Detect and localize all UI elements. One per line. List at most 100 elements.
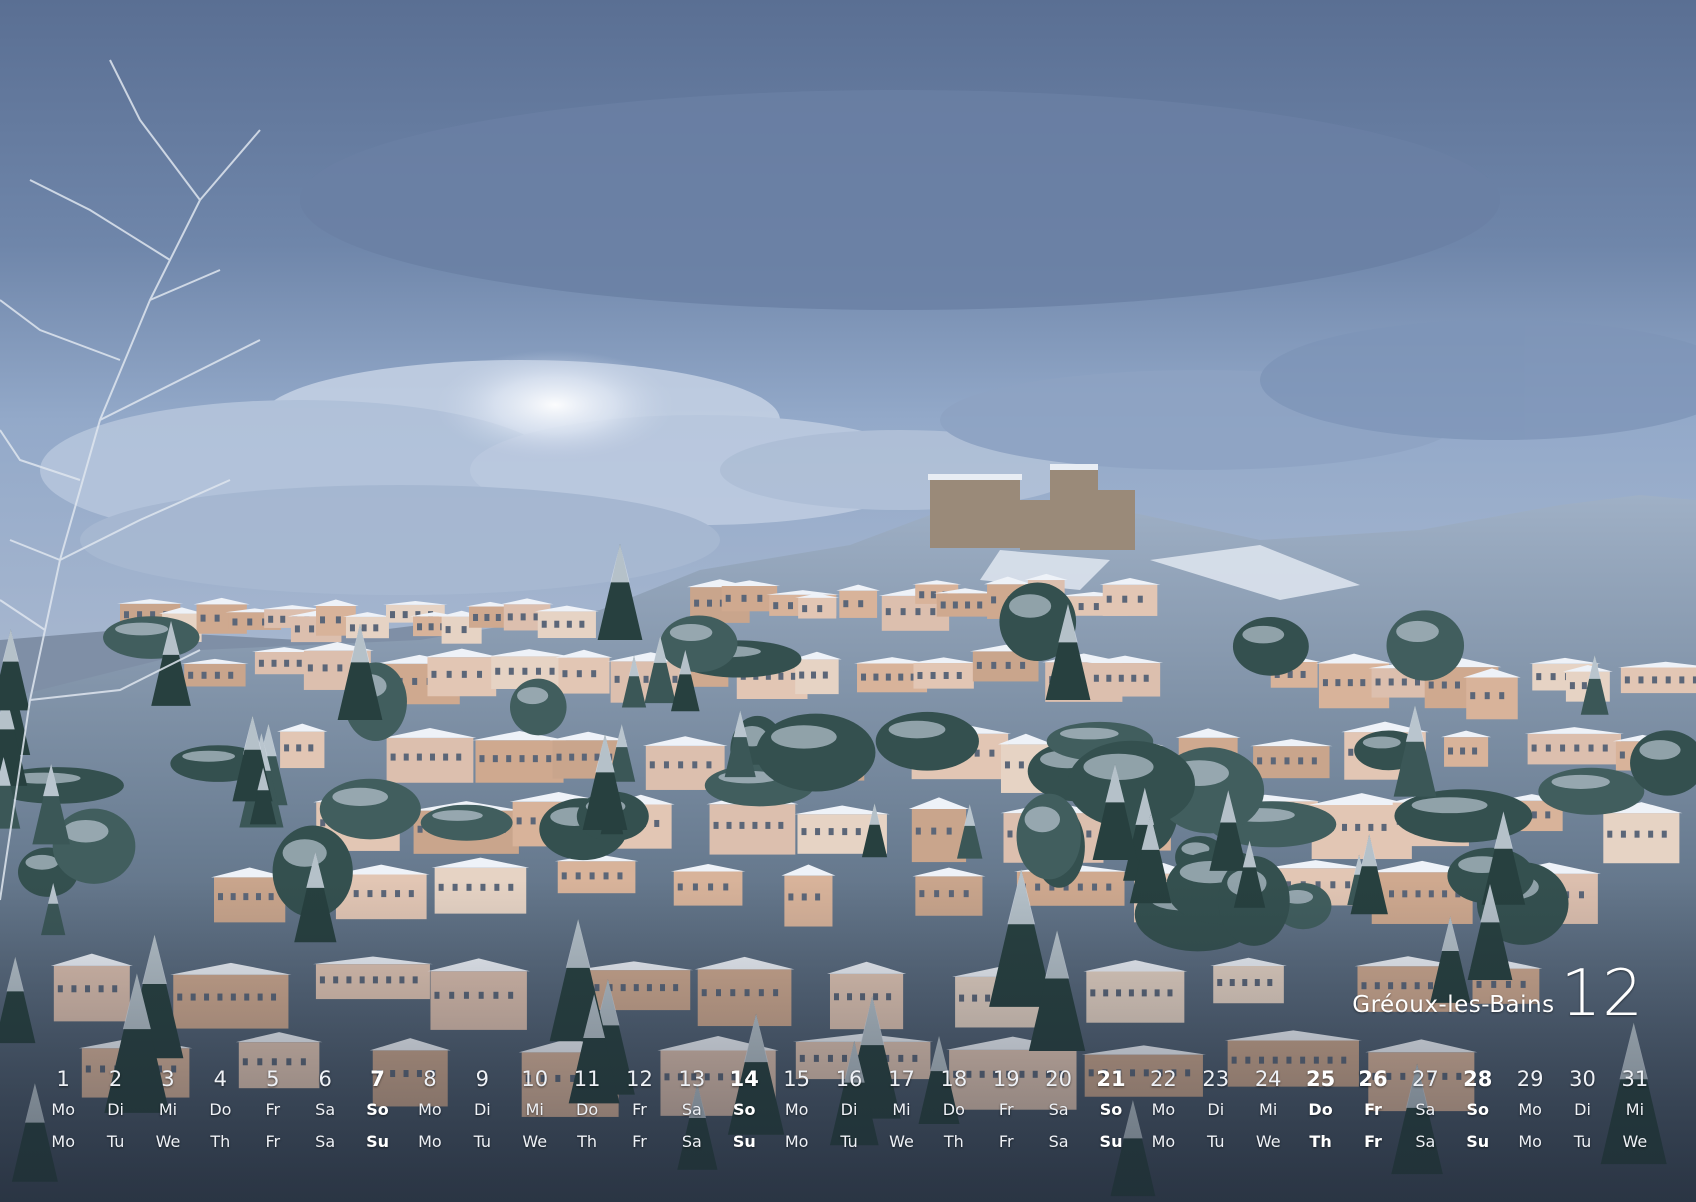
weekday-en: Fr — [265, 1132, 281, 1151]
day-number: 9 — [475, 1067, 489, 1091]
day-number: 16 — [835, 1067, 863, 1091]
weekday-de: Mo — [1518, 1100, 1542, 1119]
weekday-de: Mi — [1625, 1100, 1645, 1119]
day-number: 20 — [1045, 1067, 1072, 1091]
calendar-day: 4 Do Th — [194, 1064, 246, 1158]
day-number: 18 — [940, 1067, 968, 1091]
house — [836, 584, 881, 618]
weekday-en: Fr — [1364, 1132, 1382, 1151]
weekday-de: Di — [107, 1100, 124, 1119]
tree-cluster — [875, 711, 979, 771]
calendar-day: 1 Mo Mo — [37, 1064, 89, 1158]
day-number: 27 — [1411, 1067, 1439, 1091]
calendar-day: 26 Fr Fr — [1347, 1064, 1399, 1158]
tree-cluster — [420, 804, 513, 841]
weekday-en: Mo — [51, 1132, 75, 1151]
calendar-title: Gréoux-les-Bains 12 — [1352, 962, 1644, 1026]
weekday-en: We — [1622, 1132, 1648, 1151]
weekday-en: We — [1255, 1132, 1281, 1151]
house — [181, 658, 249, 687]
weekday-de: Do — [209, 1100, 232, 1119]
house — [1524, 727, 1624, 765]
weekday-en: Tu — [106, 1132, 125, 1151]
calendar-day: 11 Do Th — [561, 1064, 613, 1158]
weekday-en: Sa — [1048, 1132, 1069, 1151]
calendar-day: 25 Do Th — [1294, 1064, 1346, 1158]
weekday-de: So — [1099, 1100, 1123, 1119]
calendar-day: 29 Mo Mo — [1504, 1064, 1556, 1158]
calendar-day: 27 Sa Sa — [1399, 1064, 1451, 1158]
weekday-en: Sa — [681, 1132, 702, 1151]
weekday-en: Th — [943, 1132, 964, 1151]
day-number: 31 — [1621, 1067, 1649, 1091]
calendar-day: 7 So Su — [351, 1064, 403, 1158]
weekday-en: Tu — [1573, 1132, 1592, 1151]
weekday-de: Mi — [1259, 1100, 1278, 1119]
weekday-en: Su — [732, 1132, 756, 1151]
weekday-en: Su — [1466, 1132, 1490, 1151]
weekday-en: Tu — [1207, 1132, 1225, 1151]
house — [910, 657, 977, 689]
calendar-day: 18 Do Th — [928, 1064, 980, 1158]
day-number: 19 — [992, 1067, 1020, 1091]
weekday-de: Di — [1207, 1100, 1225, 1119]
weekday-de: Mo — [1151, 1100, 1176, 1119]
tree-cluster — [1386, 610, 1465, 681]
house — [534, 605, 599, 638]
calendar-strip: 1 Mo Mo 2 Di Tu 3 Mi We 4 Do Th 5 Fr Fr 6 Sa Sa 7 So Su 8 Mo Mo… — [37, 1064, 1661, 1158]
calendar-day: 19 Fr Fr — [980, 1064, 1032, 1158]
weekday-en: We — [889, 1132, 914, 1151]
day-number: 11 — [573, 1067, 601, 1091]
weekday-de: Fr — [632, 1100, 647, 1119]
tree-cluster — [756, 713, 876, 792]
day-number: 2 — [108, 1067, 123, 1091]
place-name: Gréoux-les-Bains — [1352, 992, 1555, 1018]
weekday-en: Th — [577, 1132, 598, 1151]
house — [383, 727, 477, 783]
day-number: 8 — [423, 1067, 437, 1091]
calendar-day: 3 Mi We — [142, 1064, 194, 1158]
weekday-en: We — [522, 1132, 548, 1151]
weekday-en: Su — [1099, 1132, 1123, 1151]
weekday-en: Mo — [418, 1132, 442, 1151]
weekday-de: Di — [1574, 1100, 1591, 1119]
house — [277, 723, 328, 769]
tree-cluster — [509, 678, 567, 736]
day-number: 1 — [56, 1067, 70, 1091]
calendar-day: 14 So Su — [718, 1064, 770, 1158]
weekday-de: Mo — [418, 1100, 442, 1119]
day-number: 13 — [678, 1067, 706, 1091]
calendar-day: 28 So Su — [1452, 1064, 1504, 1158]
tree-cluster — [660, 615, 738, 673]
house — [933, 588, 997, 617]
house — [1099, 577, 1161, 616]
calendar-day: 20 Sa Sa — [1032, 1064, 1084, 1158]
weekday-en: Th — [210, 1132, 231, 1151]
weekday-de: So — [733, 1100, 756, 1119]
tree-cluster — [1067, 740, 1195, 828]
weekday-de: Mo — [784, 1100, 809, 1119]
house — [342, 612, 392, 639]
day-number: 21 — [1096, 1067, 1126, 1091]
tree-cluster — [1232, 617, 1309, 676]
house — [795, 593, 840, 619]
tree-cluster — [103, 616, 200, 659]
day-number: 3 — [161, 1067, 175, 1091]
calendar-day: 24 Mi We — [1242, 1064, 1294, 1158]
day-number: 6 — [318, 1067, 332, 1091]
calendar-day: 5 Fr Fr — [247, 1064, 299, 1158]
day-number: 22 — [1150, 1067, 1177, 1091]
calendar-day: 22 Mo Mo — [1137, 1064, 1189, 1158]
weekday-de: Fr — [998, 1100, 1014, 1119]
day-number: 24 — [1254, 1067, 1282, 1091]
house — [424, 648, 500, 697]
calendar-page: Gréoux-les-Bains 12 1 Mo Mo 2 Di Tu 3 Mi We 4 Do Th… — [0, 0, 1696, 1202]
weekday-en: Th — [1309, 1132, 1332, 1151]
house — [1250, 739, 1333, 779]
weekday-de: Do — [1308, 1100, 1333, 1119]
day-number: 23 — [1202, 1067, 1230, 1091]
day-number: 25 — [1305, 1067, 1336, 1091]
calendar-day: 8 Mo Mo — [404, 1064, 456, 1158]
weekday-en: Mo — [1151, 1132, 1176, 1151]
weekday-en: Tu — [840, 1132, 858, 1151]
